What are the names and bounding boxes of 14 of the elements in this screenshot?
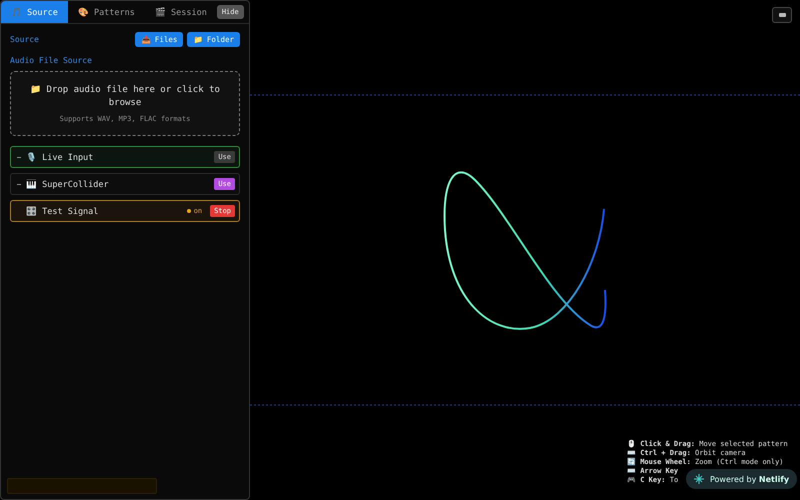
source-label: 🎙 Live Input (26, 152, 94, 162)
source-label: 🎹 SuperCollider (26, 178, 109, 190)
netlify-badge[interactable]: Powered by Netlify (686, 469, 798, 489)
source-label: 🎛 Test Signal (26, 206, 98, 216)
tab[interactable]: 🎬 Session (144, 1, 217, 23)
sparkle-icon (694, 474, 704, 484)
section-title: Source (10, 35, 39, 44)
section-title: Audio File Source (10, 56, 93, 65)
status-dot (186, 209, 191, 213)
toolbar-button[interactable] (772, 7, 792, 23)
drop-prompt: 📁 Drop audio file here or click to browse (29, 84, 221, 110)
badge-text: Powered by Netlify (710, 474, 790, 484)
tab[interactable]: 🎵 Source (1, 1, 68, 23)
tab[interactable]: 🎨 Patterns (68, 1, 145, 23)
